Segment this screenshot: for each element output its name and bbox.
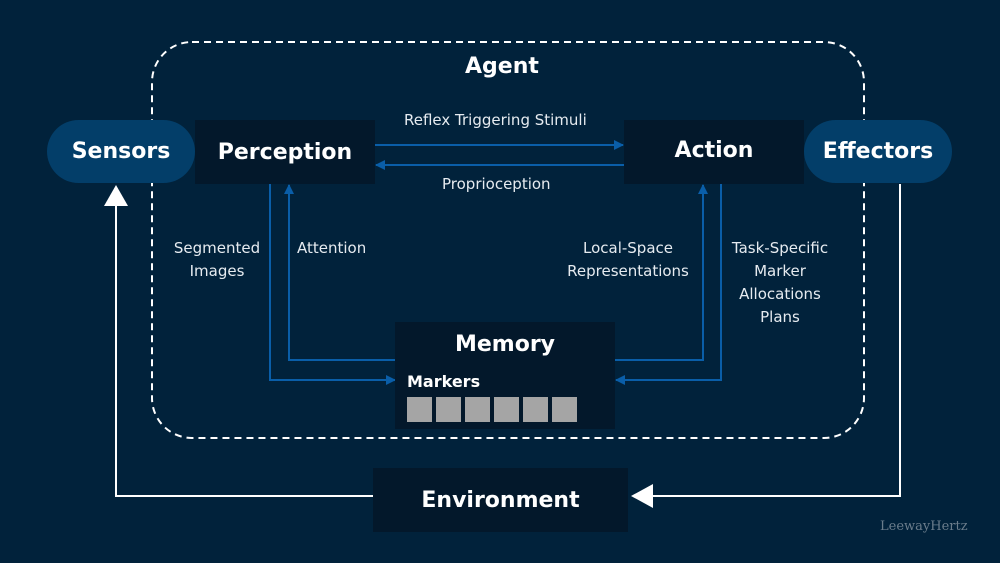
action-label: Action xyxy=(674,137,754,163)
segmented-images-line-2: Images xyxy=(189,262,245,280)
memory-marker-cell xyxy=(436,397,461,422)
effectors-node: Effectors xyxy=(804,120,952,183)
memory-label: Memory xyxy=(454,332,556,357)
task-specific-label: Task-Specific Marker Allocations Plans xyxy=(726,237,834,329)
memory-marker-cell xyxy=(552,397,577,422)
memory-marker-cell xyxy=(407,397,432,422)
attention-label: Attention xyxy=(297,239,367,257)
segmented-images-label: Segmented Images xyxy=(168,237,266,283)
memory-marker-cell xyxy=(465,397,490,422)
task-specific-line-4: Plans xyxy=(760,308,800,326)
reflex-stimuli-label: Reflex Triggering Stimuli xyxy=(404,111,587,129)
task-specific-line-3: Allocations xyxy=(739,285,821,303)
agent-title: Agent xyxy=(465,54,539,79)
effectors-label: Effectors xyxy=(822,139,934,164)
local-space-line-1: Local-Space xyxy=(583,239,673,257)
environment-arrowhead xyxy=(631,484,653,508)
task-specific-line-2: Marker xyxy=(754,262,806,280)
edge-effectors-environment-line xyxy=(652,184,901,497)
memory-marker-cell xyxy=(523,397,548,422)
segmented-images-line-1: Segmented xyxy=(173,239,261,257)
sensors-node: Sensors xyxy=(47,120,195,183)
edge-attention-arrow xyxy=(284,184,395,361)
environment-label: Environment xyxy=(421,487,580,513)
perception-label: Perception xyxy=(217,139,353,165)
environment-node: Environment xyxy=(373,468,628,532)
local-space-label: Local-Space Representations xyxy=(560,237,696,283)
watermark: LeewayHertz xyxy=(880,519,968,534)
sensors-label: Sensors xyxy=(71,139,171,164)
markers-label: Markers xyxy=(407,372,481,391)
local-space-line-2: Representations xyxy=(567,262,689,280)
perception-node: Perception xyxy=(195,120,375,184)
memory-marker-cell xyxy=(494,397,519,422)
memory-node: Memory Markers xyxy=(395,322,615,429)
action-node: Action xyxy=(624,120,804,184)
proprioception-label: Proprioception xyxy=(442,175,551,193)
task-specific-line-1: Task-Specific xyxy=(731,239,829,257)
sensors-arrowhead xyxy=(104,185,128,206)
